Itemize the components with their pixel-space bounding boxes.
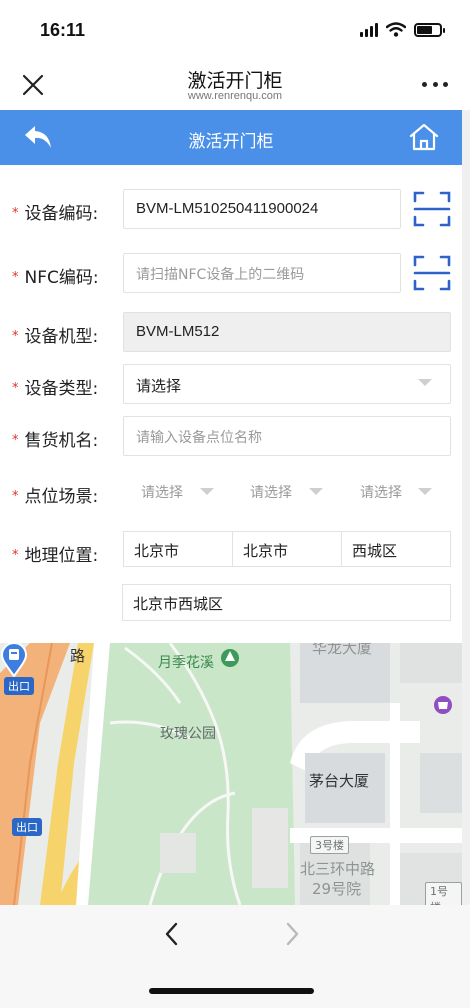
chevron-right-icon[interactable] [280, 919, 304, 949]
machine-name-input[interactable]: 请输入设备点位名称 [123, 416, 451, 456]
chevron-down-icon [309, 488, 323, 495]
location-row: * 地理位置: 北京市 北京市 西城区 [0, 531, 462, 573]
scan-icon[interactable] [411, 253, 453, 293]
nfc-code-label: * NFC编码: [12, 268, 99, 288]
map-label-road: 路 [70, 647, 86, 665]
device-model-label: * 设备机型: [12, 327, 99, 347]
page-edge [462, 110, 470, 905]
address-row: 北京市西城区 [0, 584, 462, 626]
address-input[interactable]: 北京市西城区 [122, 584, 451, 621]
device-code-label: * 设备编码: [12, 204, 99, 224]
map-label-bldg1: 1号楼 [425, 882, 462, 905]
map-label-exit2: 出口 [12, 818, 42, 836]
chevron-down-icon [418, 488, 432, 495]
chevron-down-icon [200, 488, 214, 495]
chevron-left-icon[interactable] [160, 919, 184, 949]
map-label-hualong: 华龙大厦 [312, 643, 373, 657]
nfc-code-input[interactable]: 请扫描NFC设备上的二维码 [123, 253, 401, 293]
home-icon[interactable] [408, 122, 440, 152]
map-label-yard29: 29号院 [312, 880, 362, 898]
scan-icon[interactable] [411, 189, 453, 229]
scene-row: * 点位场景: 请选择 请选择 请选择 [0, 472, 462, 514]
status-time: 16:11 [40, 20, 86, 40]
nfc-code-row: * NFC编码: 请扫描NFC设备上的二维码 [0, 253, 462, 295]
device-model-input: BVM-LM512 [123, 312, 451, 352]
device-code-row: * 设备编码: BVM-LM510250411900024 [0, 189, 462, 231]
device-model-row: * 设备机型: BVM-LM512 [0, 312, 462, 354]
signal-icon [360, 22, 378, 37]
province-select[interactable]: 北京市 [123, 531, 233, 567]
wifi-icon [386, 22, 406, 37]
device-type-row: * 设备类型: 请选择 [0, 364, 462, 406]
title-bar: 激活开门柜 www.renrenqu.com [0, 60, 470, 110]
scene-select-1[interactable]: 请选择 [141, 482, 183, 502]
header-title: 激活开门柜 [188, 132, 274, 152]
map-label-bldg3: 3号楼 [310, 836, 349, 854]
home-indicator [149, 988, 314, 994]
scene-select-3[interactable]: 请选择 [360, 482, 402, 502]
map-view[interactable]: 路 月季花溪 玫瑰公园 华龙大厦 茅台大厦 3号楼 北三环中路 29号院 1号楼… [0, 643, 462, 905]
page-url: www.renrenqu.com [187, 90, 283, 102]
device-code-input[interactable]: BVM-LM510250411900024 [123, 189, 401, 229]
district-select[interactable]: 西城区 [341, 531, 451, 567]
status-bar: 16:11 [0, 0, 470, 60]
machine-name-label: * 售货机名: [12, 431, 99, 451]
city-select[interactable]: 北京市 [232, 531, 342, 567]
app-header: 激活开门柜 [0, 110, 462, 165]
map-label-sanhuan: 北三环中路 [300, 860, 376, 878]
map-background [0, 643, 462, 905]
status-icons [360, 22, 445, 37]
more-icon[interactable] [422, 74, 448, 94]
browser-toolbar [0, 905, 470, 1008]
device-type-label: * 设备类型: [12, 379, 99, 399]
map-label-park: 玫瑰公园 [160, 726, 216, 742]
machine-name-row: * 售货机名: 请输入设备点位名称 [0, 416, 462, 458]
park-icon [221, 649, 239, 667]
battery-icon [414, 22, 445, 37]
location-pin-icon [0, 643, 28, 677]
page-title: 激活开门柜 [187, 70, 283, 92]
scene-label: * 点位场景: [12, 487, 99, 507]
location-label: * 地理位置: [12, 546, 99, 566]
activation-form: * 设备编码: BVM-LM510250411900024 * NFC编码: 请扫描… [0, 165, 462, 643]
map-label-maotai: 茅台大厦 [309, 772, 370, 790]
shopping-icon [434, 696, 452, 714]
chevron-down-icon [418, 379, 432, 386]
map-label-exit1: 出口 [4, 677, 34, 695]
device-type-select[interactable]: 请选择 [123, 364, 451, 404]
map-label-yueji: 月季花溪 [158, 655, 214, 671]
scene-select-2[interactable]: 请选择 [250, 482, 292, 502]
